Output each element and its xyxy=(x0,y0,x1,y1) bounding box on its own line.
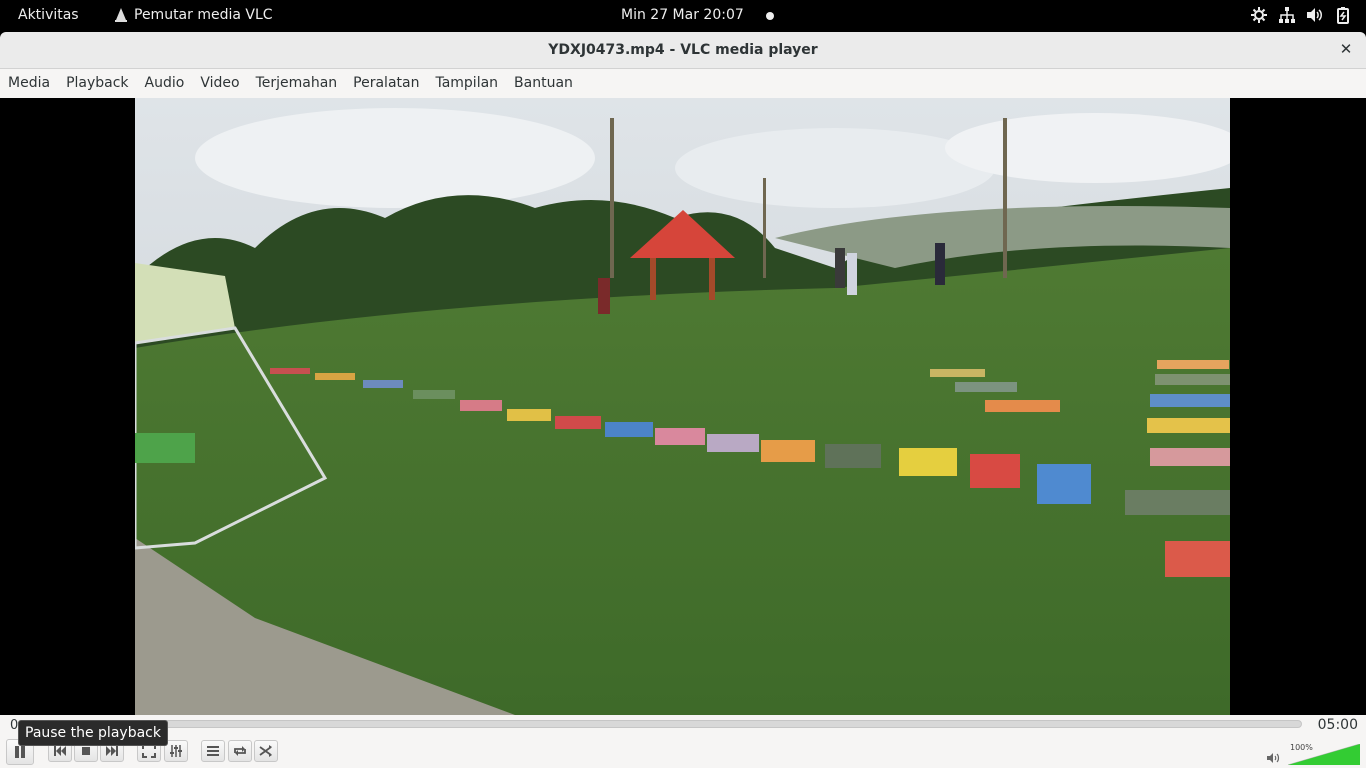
video-frame[interactable] xyxy=(135,98,1230,715)
video-area[interactable] xyxy=(0,98,1366,715)
seek-slider[interactable] xyxy=(34,720,1302,728)
pause-icon xyxy=(15,746,25,758)
app-menu-label: Pemutar media VLC xyxy=(134,7,273,23)
window-titlebar[interactable]: YDXJ0473.mp4 - VLC media player ✕ xyxy=(0,32,1366,69)
fullscreen-icon xyxy=(142,744,156,758)
time-total[interactable]: 05:00 xyxy=(1318,717,1358,733)
speaker-icon[interactable] xyxy=(1266,751,1280,765)
skip-forward-icon xyxy=(106,746,118,756)
shuffle-icon xyxy=(259,745,272,757)
stop-icon xyxy=(82,747,90,755)
loop-button[interactable] xyxy=(228,740,252,762)
network-icon[interactable] xyxy=(1278,6,1296,24)
playback-controls: 0 05:00 100% xyxy=(0,715,1366,768)
volume-tray-icon[interactable] xyxy=(1306,6,1324,24)
system-tray[interactable] xyxy=(1250,6,1352,24)
playlist-button[interactable] xyxy=(201,740,225,762)
menu-help[interactable]: Bantuan xyxy=(506,69,581,98)
video-scene xyxy=(135,98,1230,715)
activities-button[interactable]: Aktivitas xyxy=(18,7,79,23)
loop-icon xyxy=(234,746,246,756)
notification-dot xyxy=(766,12,774,20)
accessibility-icon[interactable] xyxy=(1250,6,1268,24)
window-title: YDXJ0473.mp4 - VLC media player xyxy=(548,42,818,58)
menu-bar: Media Playback Audio Video Terjemahan Pe… xyxy=(0,69,1366,98)
menu-tools[interactable]: Peralatan xyxy=(345,69,427,98)
volume-slider[interactable] xyxy=(1288,744,1360,765)
skip-back-icon xyxy=(54,746,66,756)
menu-audio[interactable]: Audio xyxy=(137,69,193,98)
close-icon[interactable]: ✕ xyxy=(1338,41,1354,57)
equalizer-icon xyxy=(170,745,182,757)
gnome-top-bar: Aktivitas Pemutar media VLC Min 27 Mar 2… xyxy=(0,0,1366,32)
playlist-icon xyxy=(207,746,219,756)
menu-playback[interactable]: Playback xyxy=(58,69,136,98)
power-battery-icon[interactable] xyxy=(1334,6,1352,24)
menu-view[interactable]: Tampilan xyxy=(427,69,506,98)
menu-video[interactable]: Video xyxy=(192,69,247,98)
menu-subtitle[interactable]: Terjemahan xyxy=(248,69,346,98)
tooltip: Pause the playback xyxy=(18,720,168,746)
app-menu[interactable]: Pemutar media VLC xyxy=(114,7,273,23)
shuffle-button[interactable] xyxy=(254,740,278,762)
clock[interactable]: Min 27 Mar 20:07 xyxy=(621,7,744,23)
menu-media[interactable]: Media xyxy=(0,69,58,98)
vlc-cone-icon xyxy=(115,8,127,22)
